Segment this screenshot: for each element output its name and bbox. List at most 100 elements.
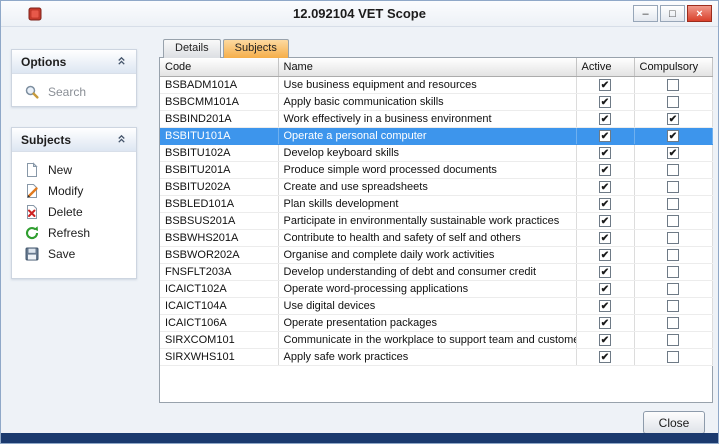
sidebar-item-delete[interactable]: Delete — [12, 201, 136, 222]
active-checkbox-cell[interactable]: ✔ — [576, 110, 634, 127]
tab-details[interactable]: Details — [163, 39, 221, 58]
active-checkbox-cell[interactable]: ✔ — [576, 246, 634, 263]
compulsory-checkbox[interactable] — [667, 181, 679, 193]
table-row[interactable]: SIRXWHS101Apply safe work practices✔ — [160, 348, 712, 365]
active-checkbox-cell[interactable]: ✔ — [576, 161, 634, 178]
compulsory-checkbox-cell[interactable]: ✔ — [634, 127, 712, 144]
cell-name[interactable]: Create and use spreadsheets — [278, 178, 576, 195]
active-checkbox[interactable]: ✔ — [599, 300, 611, 312]
active-checkbox[interactable]: ✔ — [599, 215, 611, 227]
active-checkbox-cell[interactable]: ✔ — [576, 314, 634, 331]
compulsory-checkbox[interactable] — [667, 96, 679, 108]
sidebar-item-modify[interactable]: Modify — [12, 180, 136, 201]
compulsory-checkbox[interactable] — [667, 215, 679, 227]
table-row[interactable]: BSBWOR202AOrganise and complete daily wo… — [160, 246, 712, 263]
cell-code[interactable]: FNSFLT203A — [160, 263, 278, 280]
cell-name[interactable]: Participate in environmentally sustainab… — [278, 212, 576, 229]
compulsory-checkbox[interactable] — [667, 249, 679, 261]
compulsory-checkbox-cell[interactable] — [634, 93, 712, 110]
column-header-active[interactable]: Active — [576, 58, 634, 76]
compulsory-checkbox-cell[interactable] — [634, 229, 712, 246]
active-checkbox-cell[interactable]: ✔ — [576, 263, 634, 280]
cell-code[interactable]: ICAICT106A — [160, 314, 278, 331]
active-checkbox-cell[interactable]: ✔ — [576, 280, 634, 297]
active-checkbox-cell[interactable]: ✔ — [576, 331, 634, 348]
compulsory-checkbox[interactable] — [667, 300, 679, 312]
cell-code[interactable]: SIRXWHS101 — [160, 348, 278, 365]
compulsory-checkbox-cell[interactable] — [634, 314, 712, 331]
minimize-button[interactable]: – — [633, 5, 658, 22]
compulsory-checkbox-cell[interactable] — [634, 161, 712, 178]
table-row[interactable]: BSBITU101AOperate a personal computer✔✔ — [160, 127, 712, 144]
compulsory-checkbox-cell[interactable] — [634, 178, 712, 195]
compulsory-checkbox-cell[interactable] — [634, 263, 712, 280]
table-row[interactable]: BSBWHS201AContribute to health and safet… — [160, 229, 712, 246]
active-checkbox[interactable]: ✔ — [599, 79, 611, 91]
active-checkbox-cell[interactable]: ✔ — [576, 178, 634, 195]
cell-code[interactable]: BSBWOR202A — [160, 246, 278, 263]
collapse-chevron-icon[interactable] — [116, 133, 127, 147]
active-checkbox[interactable]: ✔ — [599, 334, 611, 346]
cell-name[interactable]: Use digital devices — [278, 297, 576, 314]
active-checkbox-cell[interactable]: ✔ — [576, 127, 634, 144]
sidebar-item-search[interactable]: Search — [12, 81, 136, 102]
table-row[interactable]: BSBIND201AWork effectively in a business… — [160, 110, 712, 127]
collapse-chevron-icon[interactable] — [116, 55, 127, 69]
maximize-button[interactable]: □ — [660, 5, 685, 22]
subjects-panel-header[interactable]: Subjects — [12, 128, 136, 152]
active-checkbox[interactable]: ✔ — [599, 283, 611, 295]
compulsory-checkbox[interactable] — [667, 164, 679, 176]
compulsory-checkbox[interactable]: ✔ — [667, 147, 679, 159]
active-checkbox-cell[interactable]: ✔ — [576, 195, 634, 212]
compulsory-checkbox-cell[interactable] — [634, 195, 712, 212]
cell-name[interactable]: Operate word-processing applications — [278, 280, 576, 297]
close-button[interactable]: Close — [643, 411, 705, 434]
cell-code[interactable]: BSBLED101A — [160, 195, 278, 212]
column-header-compulsory[interactable]: Compulsory — [634, 58, 712, 76]
tab-subjects[interactable]: Subjects — [223, 39, 289, 58]
cell-code[interactable]: BSBIND201A — [160, 110, 278, 127]
cell-name[interactable]: Communicate in the workplace to support … — [278, 331, 576, 348]
compulsory-checkbox[interactable] — [667, 266, 679, 278]
cell-code[interactable]: BSBITU102A — [160, 144, 278, 161]
table-row[interactable]: BSBITU201AProduce simple word processed … — [160, 161, 712, 178]
cell-name[interactable]: Operate a personal computer — [278, 127, 576, 144]
table-row[interactable]: BSBITU102ADevelop keyboard skills ✔ ✔ — [160, 144, 712, 161]
sidebar-item-new[interactable]: New — [12, 159, 136, 180]
cell-name[interactable]: Apply safe work practices — [278, 348, 576, 365]
compulsory-checkbox[interactable]: ✔ — [667, 113, 679, 125]
active-checkbox-cell[interactable]: ✔ — [576, 76, 634, 93]
table-row[interactable]: ICAICT102AOperate word-processing applic… — [160, 280, 712, 297]
compulsory-checkbox-cell[interactable] — [634, 212, 712, 229]
column-header-name[interactable]: Name — [278, 58, 576, 76]
compulsory-checkbox-cell[interactable]: ✔ — [634, 110, 712, 127]
active-checkbox[interactable]: ✔ — [599, 147, 611, 159]
active-checkbox-cell[interactable]: ✔ — [576, 212, 634, 229]
active-checkbox[interactable]: ✔ — [599, 164, 611, 176]
table-row[interactable]: BSBITU202ACreate and use spreadsheets ✔ — [160, 178, 712, 195]
close-window-button[interactable]: × — [687, 5, 712, 22]
cell-code[interactable]: BSBWHS201A — [160, 229, 278, 246]
active-checkbox[interactable]: ✔ — [599, 266, 611, 278]
compulsory-checkbox-cell[interactable] — [634, 331, 712, 348]
compulsory-checkbox[interactable]: ✔ — [667, 130, 679, 142]
active-checkbox[interactable]: ✔ — [599, 113, 611, 125]
active-checkbox[interactable]: ✔ — [599, 249, 611, 261]
active-checkbox[interactable]: ✔ — [599, 181, 611, 193]
cell-code[interactable]: SIRXCOM101 — [160, 331, 278, 348]
active-checkbox-cell[interactable]: ✔ — [576, 297, 634, 314]
table-row[interactable]: ICAICT106AOperate presentation packages ✔ — [160, 314, 712, 331]
sidebar-item-save[interactable]: Save — [12, 243, 136, 264]
cell-name[interactable]: Develop keyboard skills — [278, 144, 576, 161]
table-row[interactable]: FNSFLT203ADevelop understanding of debt … — [160, 263, 712, 280]
cell-code[interactable]: BSBITU202A — [160, 178, 278, 195]
table-row[interactable]: SIRXCOM101Communicate in the workplace t… — [160, 331, 712, 348]
active-checkbox[interactable]: ✔ — [599, 317, 611, 329]
table-row[interactable]: BSBADM101AUse business equipment and res… — [160, 76, 712, 93]
cell-name[interactable]: Use business equipment and resources — [278, 76, 576, 93]
active-checkbox-cell[interactable]: ✔ — [576, 144, 634, 161]
cell-name[interactable]: Organise and complete daily work activit… — [278, 246, 576, 263]
active-checkbox[interactable]: ✔ — [599, 198, 611, 210]
cell-name[interactable]: Apply basic communication skills — [278, 93, 576, 110]
cell-name[interactable]: Operate presentation packages — [278, 314, 576, 331]
